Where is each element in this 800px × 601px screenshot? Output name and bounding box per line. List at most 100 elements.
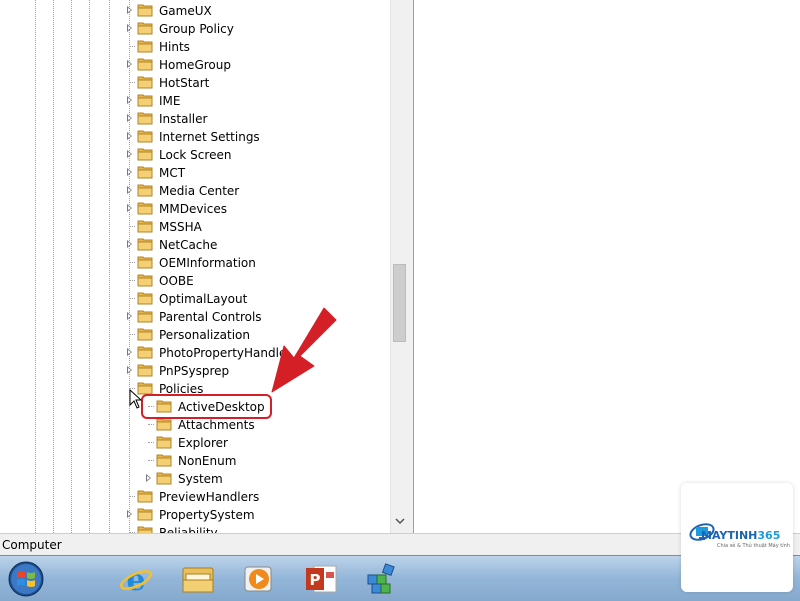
highlight-box [141, 394, 272, 419]
scrollbar-thumb[interactable] [393, 264, 406, 342]
tree-item-label: Attachments [178, 418, 255, 432]
expand-arrow-icon[interactable] [127, 150, 132, 158]
tree-connector [129, 262, 135, 263]
folder-icon [137, 345, 153, 359]
tree-item[interactable]: OEMInformation [0, 254, 390, 272]
tree-item-label: GameUX [159, 4, 212, 18]
windows-logo-icon [8, 561, 44, 597]
mouse-cursor-icon [129, 389, 143, 409]
tree-item[interactable]: Reliability [0, 524, 390, 533]
tree-item-label: Personalization [159, 328, 250, 342]
tree-item[interactable]: Explorer [0, 434, 390, 452]
folder-icon [137, 489, 153, 503]
expand-arrow-icon[interactable] [127, 168, 132, 176]
folder-icon [137, 363, 153, 377]
media-player-icon [244, 566, 272, 592]
tree-item-label: NetCache [159, 238, 218, 252]
tree-item[interactable]: PropertySystem [0, 506, 390, 524]
powerpoint-icon: P [306, 565, 337, 593]
tree-item[interactable]: NetCache [0, 236, 390, 254]
expand-arrow-icon[interactable] [127, 240, 132, 248]
tree-item[interactable]: Hints [0, 38, 390, 56]
tree-connector [148, 460, 154, 461]
folder-icon [156, 417, 172, 431]
tree-item[interactable]: HomeGroup [0, 56, 390, 74]
maytinh365-watermark: MAYTINH365 Chia sẻ & Thủ thuật Máy tính [681, 483, 793, 592]
tree-item[interactable]: MCT [0, 164, 390, 182]
tree-connector [148, 424, 154, 425]
folder-icon [137, 21, 153, 35]
folder-icon [137, 255, 153, 269]
folder-icon [137, 165, 153, 179]
registry-key-tree[interactable]: GameUX Group Policy Hints HomeGroup HotStart… [0, 0, 390, 533]
expand-arrow-icon[interactable] [127, 114, 132, 122]
taskbar-powerpoint[interactable]: P [301, 559, 341, 599]
tree-item[interactable]: Group Policy [0, 20, 390, 38]
folder-icon [137, 3, 153, 17]
tree-connector [129, 82, 135, 83]
expand-arrow-icon[interactable] [127, 510, 132, 518]
expand-arrow-icon[interactable] [127, 312, 132, 320]
tree-item-label: HotStart [159, 76, 210, 90]
tree-vertical-scrollbar[interactable] [390, 0, 408, 533]
expand-arrow-icon[interactable] [146, 474, 151, 482]
taskbar-internet-explorer[interactable]: e [116, 559, 156, 599]
expand-arrow-icon[interactable] [127, 366, 132, 374]
expand-arrow-icon[interactable] [127, 204, 132, 212]
folder-icon [156, 453, 172, 467]
expand-arrow-icon[interactable] [127, 348, 132, 356]
start-button[interactable] [6, 559, 46, 599]
folder-icon [137, 57, 153, 71]
tree-item[interactable]: HotStart [0, 74, 390, 92]
tree-item[interactable]: PreviewHandlers [0, 488, 390, 506]
watermark-brand: MAYTINH365 [701, 529, 780, 542]
tree-item[interactable]: OOBE [0, 272, 390, 290]
tree-item-label: IME [159, 94, 181, 108]
tree-connector [129, 280, 135, 281]
status-path: Computer [2, 538, 62, 552]
tree-item[interactable]: Lock Screen [0, 146, 390, 164]
tree-item-label: Hints [159, 40, 190, 54]
taskbar-media-player[interactable] [238, 559, 278, 599]
scroll-down-arrow-icon[interactable] [394, 515, 406, 527]
tree-connector [129, 334, 135, 335]
folder-icon [137, 525, 153, 533]
tree-connector [148, 442, 154, 443]
tree-item-label: PnPSysprep [159, 364, 230, 378]
tree-connector [129, 226, 135, 227]
folder-icon [137, 147, 153, 161]
folder-icon [182, 567, 214, 593]
expand-arrow-icon[interactable] [127, 60, 132, 68]
taskbar-file-explorer[interactable] [178, 559, 218, 599]
folder-icon [137, 201, 153, 215]
svg-text:e: e [126, 563, 145, 596]
expand-arrow-icon[interactable] [127, 132, 132, 140]
tree-item-label: System [178, 472, 223, 486]
values-pane[interactable] [414, 0, 800, 533]
tree-connector [129, 496, 135, 497]
tree-item[interactable]: IME [0, 92, 390, 110]
watermark-brand-number: 365 [757, 529, 781, 542]
tree-item[interactable]: NonEnum [0, 452, 390, 470]
folder-icon [137, 93, 153, 107]
tree-item[interactable]: System [0, 470, 390, 488]
expand-arrow-icon[interactable] [127, 6, 132, 14]
tree-connector [129, 46, 135, 47]
tree-item[interactable]: MMDevices [0, 200, 390, 218]
tree-item[interactable]: Internet Settings [0, 128, 390, 146]
tree-item[interactable]: Installer [0, 110, 390, 128]
taskbar-registry-editor[interactable] [362, 559, 402, 599]
folder-icon [156, 435, 172, 449]
pane-splitter[interactable] [407, 0, 414, 533]
folder-icon [137, 39, 153, 53]
tree-item[interactable]: GameUX [0, 2, 390, 20]
folder-icon [156, 471, 172, 485]
expand-arrow-icon[interactable] [127, 24, 132, 32]
tree-item[interactable]: MSSHA [0, 218, 390, 236]
expand-arrow-icon[interactable] [127, 96, 132, 104]
tree-item-label: Explorer [178, 436, 228, 450]
tree-item-label: Lock Screen [159, 148, 232, 162]
tree-item[interactable]: Media Center [0, 182, 390, 200]
ie-icon: e [120, 563, 152, 596]
expand-arrow-icon[interactable] [127, 186, 132, 194]
